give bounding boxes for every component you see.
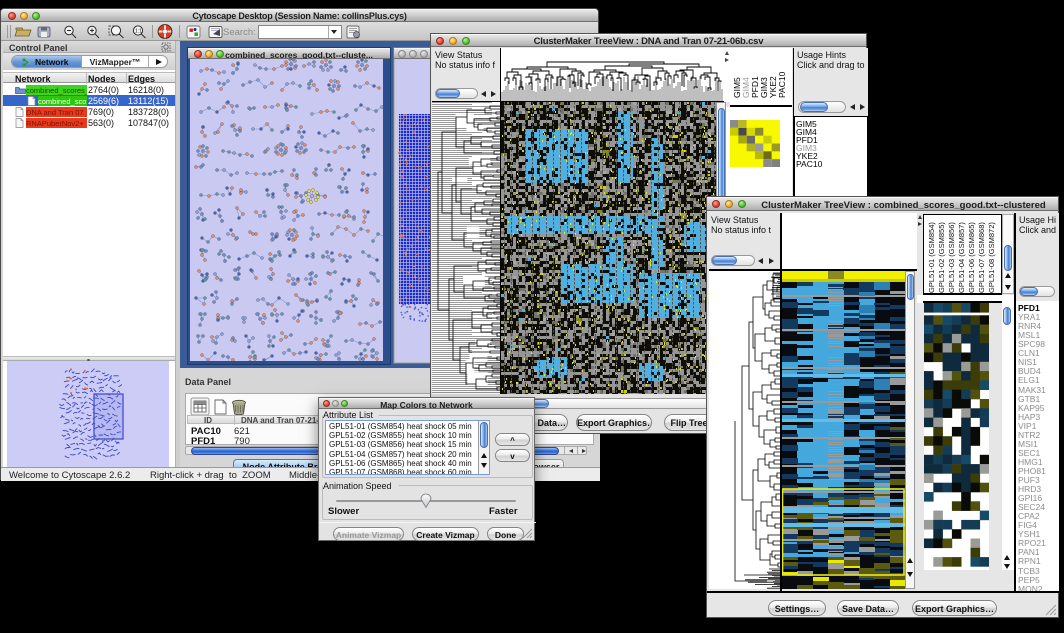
svg-text:1:1: 1:1	[135, 29, 142, 35]
svg-text:Search:: Search:	[223, 27, 256, 38]
